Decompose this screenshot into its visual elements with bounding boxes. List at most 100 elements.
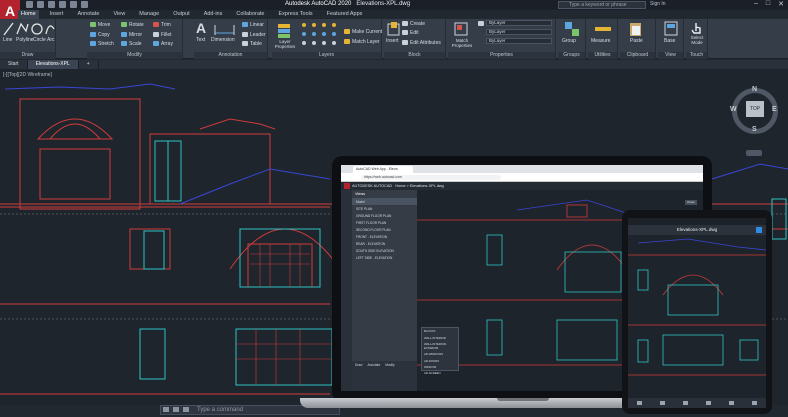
tablet-tool-4-icon[interactable]	[706, 401, 711, 405]
fillet-tool[interactable]: Fillet	[153, 32, 172, 38]
close-button[interactable]: ✕	[778, 0, 784, 8]
address-bar[interactable]: https://web.autocad.com	[361, 175, 501, 180]
measure-button[interactable]: Measure	[591, 38, 610, 44]
tablet-tool-5-icon[interactable]	[729, 401, 734, 405]
scale-tool[interactable]: Scale	[121, 41, 142, 47]
tab-view[interactable]: View	[110, 10, 128, 19]
rotate-tool[interactable]: Rotate	[121, 22, 144, 28]
touch-panel-title[interactable]: Touch	[686, 52, 707, 59]
modify-tab[interactable]: Modify	[385, 363, 394, 367]
recent-commands-icon[interactable]	[183, 407, 189, 412]
browser-tab[interactable]: AutoCAD Web App - Eleva	[353, 166, 413, 173]
close-icon[interactable]	[163, 407, 169, 412]
polyline-tool[interactable]: Polyline	[16, 37, 34, 43]
stretch-tool[interactable]: Stretch	[90, 41, 114, 47]
view-item[interactable]: SOUTH SIDE ELEVATION	[352, 247, 417, 254]
tab-start[interactable]: Start	[0, 60, 28, 69]
compass-north[interactable]: N	[752, 86, 757, 93]
view-panel-title[interactable]: View	[658, 52, 683, 59]
copy-tool[interactable]: Copy	[90, 32, 110, 38]
tablet-tool-3-icon[interactable]	[683, 401, 688, 405]
web-left-rail[interactable]	[341, 190, 352, 391]
make-current-button[interactable]: Make Current	[344, 29, 382, 35]
match-properties-button[interactable]: Match Properties	[450, 38, 474, 48]
draw-panel-title[interactable]: Draw	[0, 52, 55, 59]
line-tool[interactable]: Line	[3, 37, 12, 43]
properties-panel-title[interactable]: Properties	[448, 52, 555, 59]
tablet-drawing-canvas[interactable]	[628, 235, 766, 398]
sign-in-link[interactable]: Sign In	[650, 1, 666, 7]
view-item[interactable]: REAR - ELEVATION	[352, 240, 417, 247]
layer-properties-button[interactable]: Layer Properties	[273, 39, 297, 49]
tab-add-ins[interactable]: Add-ins	[201, 10, 226, 19]
compass-south[interactable]: S	[752, 126, 757, 133]
view-item[interactable]: FRONT - ELEVATION	[352, 233, 417, 240]
tab-elevations[interactable]: Elevations-XPL	[27, 60, 79, 69]
compass-west[interactable]: W	[730, 106, 737, 113]
layer-option[interactable]: WALL-INTERIOR-EXTERIOR	[422, 341, 458, 351]
mirror-tool[interactable]: Mirror	[121, 32, 142, 38]
layer-option[interactable]: AR-SCREEN	[422, 370, 458, 376]
leader-tool[interactable]: Leader	[242, 32, 266, 38]
view-item[interactable]: SITE PLAN	[352, 205, 417, 212]
quick-access-toolbar[interactable]	[26, 1, 88, 8]
match-layer-button[interactable]: Match Layer	[344, 39, 380, 45]
undo-icon[interactable]	[59, 1, 66, 8]
share-icon[interactable]	[81, 1, 88, 8]
dimension-tool[interactable]: Dimension	[211, 37, 235, 43]
modify-panel-title[interactable]: Modify	[87, 52, 182, 59]
clipboard-panel-title[interactable]: Clipboard	[620, 52, 655, 59]
view-item[interactable]: LEFT SIDE - ELEVATION	[352, 254, 417, 261]
tab-home[interactable]: Home	[18, 10, 39, 19]
base-button[interactable]: Base	[664, 38, 675, 44]
trim-tool[interactable]: Trim	[153, 22, 171, 28]
draw-tab[interactable]: Draw	[355, 363, 362, 367]
utilities-panel-title[interactable]: Utilities	[588, 52, 617, 59]
array-tool[interactable]: Array	[153, 41, 173, 47]
new-tab-button[interactable]: +	[79, 60, 99, 69]
minimize-button[interactable]: –	[754, 0, 758, 8]
groups-panel-title[interactable]: Groups	[558, 52, 585, 59]
maximize-button[interactable]: □	[766, 0, 770, 8]
color-dropdown[interactable]: ByLayer	[486, 20, 552, 26]
paste-button[interactable]: Paste	[630, 38, 643, 44]
edit-attributes-button[interactable]: Edit Attributes	[402, 40, 441, 46]
select-mode-button[interactable]: Select Mode	[687, 35, 707, 45]
circle-tool[interactable]: Circle	[33, 37, 46, 43]
table-tool[interactable]: Table	[242, 41, 262, 47]
open-icon[interactable]	[37, 1, 44, 8]
view-item[interactable]: FIRST FLOOR PLAN	[352, 219, 417, 226]
tablet-tool-1-icon[interactable]	[637, 401, 642, 405]
compass-east[interactable]: E	[772, 106, 777, 113]
tab-annotate[interactable]: Annotate	[74, 10, 102, 19]
new-icon[interactable]	[26, 1, 33, 8]
group-button[interactable]: Group	[562, 38, 576, 44]
create-block-button[interactable]: Create	[402, 21, 425, 27]
viewport-label[interactable]: [-][Top][2D Wireframe]	[3, 72, 52, 78]
insert-button[interactable]: Insert	[386, 38, 399, 44]
layer-popup[interactable]: BLOCKS WALL-INTERIOR WALL-INTERIOR-EXTERIO…	[421, 327, 459, 375]
text-tool[interactable]: Text	[196, 37, 205, 43]
move-tool[interactable]: Move	[90, 22, 110, 28]
tab-insert[interactable]: Insert	[47, 10, 67, 19]
annotation-panel-title[interactable]: Annotation	[194, 52, 267, 59]
tab-manage[interactable]: Manage	[136, 10, 162, 19]
view-item[interactable]: GROUND FLOOR PLAN	[352, 212, 417, 219]
wrench-icon[interactable]	[173, 407, 179, 412]
window-controls[interactable]: – □ ✕	[754, 0, 784, 8]
annotate-tab[interactable]: Annotate	[367, 363, 380, 367]
tab-express-tools[interactable]: Express Tools	[276, 10, 316, 19]
view-item[interactable]: Model	[352, 198, 417, 205]
arc-tool[interactable]: Arc	[47, 37, 55, 43]
tab-collaborate[interactable]: Collaborate	[233, 10, 267, 19]
block-panel-title[interactable]: Block	[384, 52, 445, 59]
tablet-action-button[interactable]	[756, 227, 762, 233]
viewcube-top-face[interactable]: TOP	[746, 101, 764, 117]
linetype-dropdown[interactable]: ByLayer	[486, 38, 552, 44]
edit-block-button[interactable]: Edit	[402, 30, 419, 36]
search-input[interactable]: Type a keyword or phrase	[558, 1, 646, 9]
tab-output[interactable]: Output	[170, 10, 193, 19]
tablet-tool-6-icon[interactable]	[752, 401, 757, 405]
layers-panel-title[interactable]: Layers	[272, 52, 381, 59]
lineweight-dropdown[interactable]: ByLayer	[486, 29, 552, 35]
